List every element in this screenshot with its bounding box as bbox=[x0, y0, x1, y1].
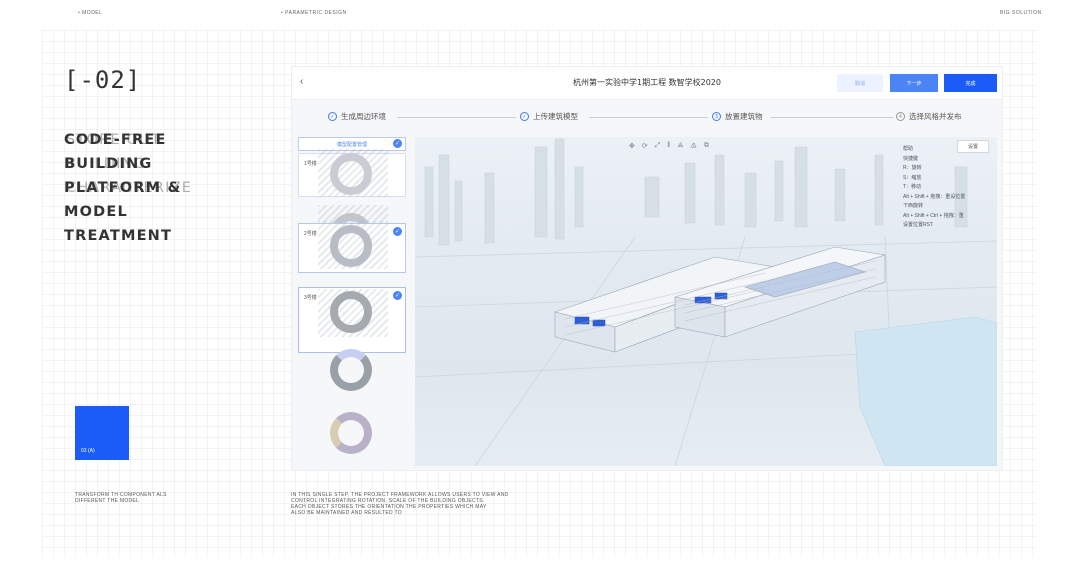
headline-line: PLATFORM & bbox=[64, 180, 182, 196]
headline: CODE-FREE BUILDING PLATFORM & MODEL TREA… bbox=[64, 128, 181, 248]
headline-line: CODE-FREE bbox=[64, 132, 167, 148]
step-divider bbox=[397, 117, 516, 118]
loading-ring-icon bbox=[330, 225, 372, 267]
help-line: 帮助 bbox=[903, 146, 914, 152]
headline-line: BUILDING bbox=[64, 156, 153, 172]
check-icon: ✓ bbox=[520, 112, 529, 121]
next-step-button[interactable]: 下一步 bbox=[890, 74, 938, 92]
step-number: 4 bbox=[896, 112, 905, 121]
step-label: 放置建筑物 bbox=[725, 112, 763, 121]
step-label: 选择风格并发布 bbox=[909, 112, 962, 121]
blue-card: 03 (A) bbox=[75, 406, 129, 460]
step-label: 生成周边环境 bbox=[341, 112, 386, 121]
caption-left: TRANSFORM TH COMPONENT ALS DIFFERENT THE… bbox=[75, 492, 167, 504]
help-line: 下西旋转 bbox=[903, 203, 924, 209]
headline-line: TREATMENT bbox=[64, 228, 173, 244]
step-number: 3 bbox=[712, 112, 721, 121]
app-header: ‹ 杭州第一实验中学1期工程 数智学校2020 取消 下一步 完成 bbox=[292, 67, 1002, 100]
step-divider bbox=[771, 117, 893, 118]
cancel-button[interactable]: 取消 bbox=[837, 74, 883, 92]
building-card-label: 1号楼 bbox=[304, 161, 317, 167]
3d-viewport[interactable]: ✥ ⟳ ⤢ ⫴ ⟁ ♳ ⧉ 设置 帮助 快捷键 R：旋转 S：缩放 T：移动 A… bbox=[415, 137, 997, 466]
done-button[interactable]: 完成 bbox=[944, 74, 997, 92]
rotate-icon[interactable]: ⟳ bbox=[642, 142, 648, 150]
caption-center: IN THIS SINGLE STEP, THE PROJECT FRAMEWO… bbox=[291, 492, 509, 516]
viewport-toolbar: ✥ ⟳ ⤢ ⫴ ⟁ ♳ ⧉ bbox=[629, 142, 709, 150]
measure-icon[interactable]: ⫴ bbox=[667, 142, 670, 150]
app-window: ‹ 杭州第一实验中学1期工程 数智学校2020 取消 下一步 完成 ✓ 生成周边… bbox=[291, 66, 1003, 471]
help-line: 设置位置RST bbox=[903, 222, 934, 228]
loading-ring-icon bbox=[330, 412, 372, 454]
step-progress: ✓ 生成周边环境 ✓ 上传建筑模型 3 放置建筑物 4 选择风格并发布 bbox=[292, 109, 1002, 125]
building-card-label: 2号楼 bbox=[304, 231, 317, 237]
step-4[interactable]: 4 选择风格并发布 bbox=[896, 111, 962, 122]
step-label: 上传建筑模型 bbox=[533, 112, 578, 121]
step-1[interactable]: ✓ 生成周边环境 bbox=[328, 111, 386, 122]
caption-line: ALSO BE MAINTAINED AND RESULTED TO bbox=[291, 510, 402, 516]
top-label-center: • PARAMETRIC DESIGN bbox=[281, 10, 347, 16]
check-icon: ✓ bbox=[393, 291, 402, 300]
help-line: S：缩放 bbox=[903, 174, 922, 181]
blue-card-label: 03 (A) bbox=[81, 448, 95, 454]
shortcut-help: 帮助 快捷键 R：旋转 S：缩放 T：移动 Alt + Shift + 拖拽：重… bbox=[903, 145, 965, 231]
top-label-left: • MODEL bbox=[78, 10, 103, 16]
move-icon[interactable]: ✥ bbox=[629, 142, 635, 150]
help-line: Alt + Shift + Ctrl + 拖拽：重 bbox=[903, 212, 964, 219]
section-number: [-02] bbox=[64, 66, 142, 94]
check-icon: ✓ bbox=[393, 139, 402, 148]
help-line: T：移动 bbox=[903, 184, 922, 190]
help-line: 快捷键 bbox=[903, 155, 919, 162]
building-card-label: 3号楼 bbox=[304, 295, 317, 301]
caption-line: DIFFERENT THE MODEL bbox=[75, 498, 140, 504]
top-label-right: BIG SOLUTION bbox=[1000, 10, 1042, 16]
step-3[interactable]: 3 放置建筑物 bbox=[712, 111, 763, 122]
layer-icon[interactable]: ♳ bbox=[691, 142, 697, 150]
step-2[interactable]: ✓ 上传建筑模型 bbox=[520, 111, 578, 122]
headline-line: MODEL bbox=[64, 204, 128, 220]
snap-icon[interactable]: ⟁ bbox=[677, 142, 683, 150]
help-line: R：旋转 bbox=[903, 165, 922, 171]
scale-icon[interactable]: ⤢ bbox=[655, 142, 661, 150]
check-icon: ✓ bbox=[328, 112, 337, 121]
loading-ring-icon bbox=[330, 349, 372, 391]
step-divider bbox=[589, 117, 708, 118]
loading-ring-icon bbox=[330, 291, 372, 333]
check-icon: ✓ bbox=[393, 227, 402, 236]
loading-ring-icon bbox=[330, 153, 372, 195]
help-line: Alt + Shift + 拖拽：重设位置 bbox=[903, 193, 966, 200]
building-list-panel: 模型配置管理 ✓ 1号楼 2号楼 ✓ 3号楼 ✓ bbox=[298, 137, 406, 467]
copy-icon[interactable]: ⧉ bbox=[704, 142, 709, 150]
